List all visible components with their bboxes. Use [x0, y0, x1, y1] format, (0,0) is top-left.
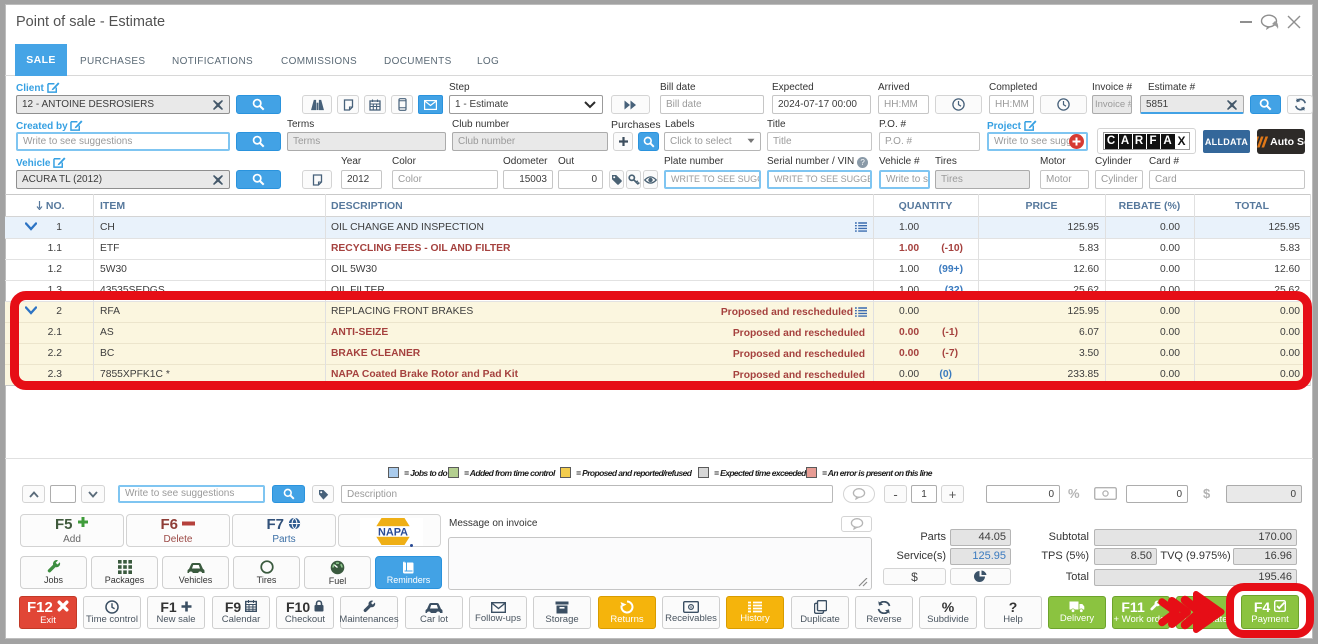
- svg-text:NAPA: NAPA: [378, 527, 408, 539]
